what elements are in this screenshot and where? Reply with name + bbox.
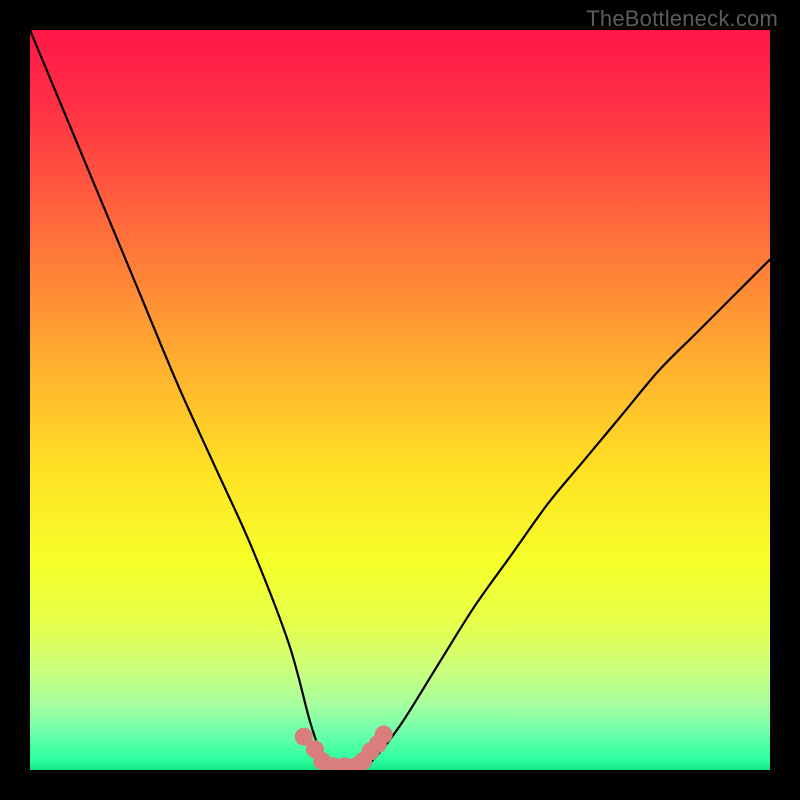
highlight-dots-group bbox=[295, 725, 393, 770]
highlight-dot bbox=[375, 725, 393, 743]
chart-plot-area bbox=[30, 30, 770, 770]
bottleneck-curve bbox=[30, 30, 770, 770]
curve-line bbox=[30, 30, 770, 770]
watermark-text: TheBottleneck.com bbox=[586, 6, 778, 32]
